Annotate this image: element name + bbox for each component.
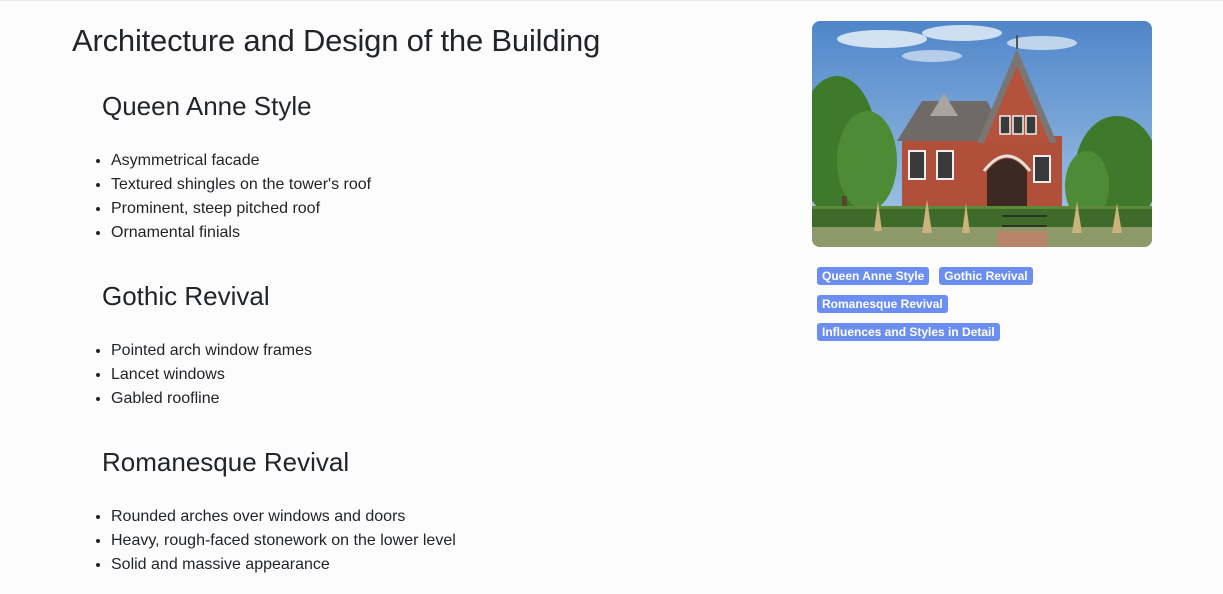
feature-list: Rounded arches over windows and doors He…: [102, 505, 742, 577]
tag-romanesque-revival[interactable]: Romanesque Revival: [817, 295, 948, 313]
page-title: Architecture and Design of the Building: [72, 23, 601, 58]
section-heading: Gothic Revival: [102, 281, 270, 311]
section-romanesque-revival: Romanesque Revival Rounded arches over w…: [102, 447, 742, 577]
list-item: Asymmetrical facade: [111, 149, 742, 173]
section-heading: Queen Anne Style: [102, 91, 312, 121]
section-gothic-revival: Gothic Revival Pointed arch window frame…: [102, 281, 742, 411]
tag-gothic-revival[interactable]: Gothic Revival: [939, 267, 1033, 285]
list-item: Pointed arch window frames: [111, 339, 742, 363]
list-item: Lancet windows: [111, 363, 742, 387]
list-item: Prominent, steep pitched roof: [111, 197, 742, 221]
section-queen-anne: Queen Anne Style Asymmetrical facade Tex…: [102, 91, 742, 245]
list-item: Ornamental finials: [111, 221, 742, 245]
list-item: Rounded arches over windows and doors: [111, 505, 742, 529]
building-photo: [812, 21, 1152, 247]
list-item: Solid and massive appearance: [111, 553, 742, 577]
list-item: Heavy, rough-faced stonework on the lowe…: [111, 529, 742, 553]
section-heading: Romanesque Revival: [102, 447, 350, 477]
tag-list: Queen Anne Style Gothic Revival Romanesqu…: [812, 267, 1112, 351]
list-item: Gabled roofline: [111, 387, 742, 411]
feature-list: Asymmetrical facade Textured shingles on…: [102, 149, 742, 245]
feature-list: Pointed arch window frames Lancet window…: [102, 339, 742, 411]
page: Architecture and Design of the Building …: [0, 0, 1223, 594]
sidebar: Queen Anne Style Gothic Revival Romanesqu…: [812, 21, 1152, 351]
tag-influences-and-styles[interactable]: Influences and Styles in Detail: [817, 323, 1000, 341]
tag-queen-anne-style[interactable]: Queen Anne Style: [817, 267, 930, 285]
list-item: Textured shingles on the tower's roof: [111, 173, 742, 197]
